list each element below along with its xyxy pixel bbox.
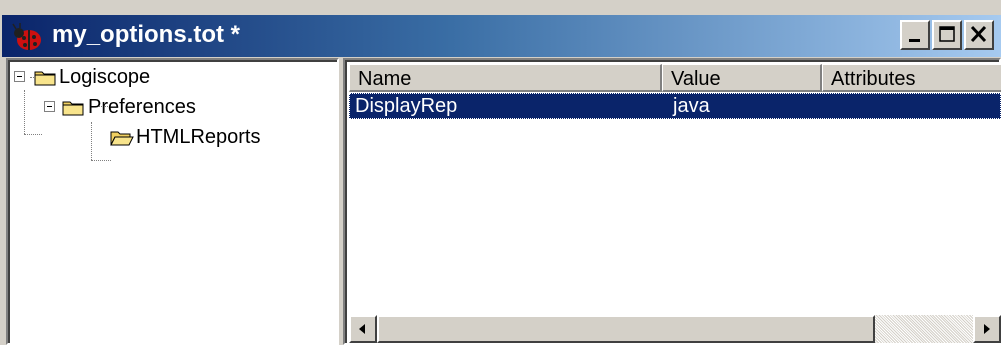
tree-node-label: Preferences [88,96,196,118]
collapse-toggle[interactable] [44,101,55,112]
column-header-attributes[interactable]: Attributes [822,64,1001,92]
scrollbar-thumb[interactable] [377,315,875,343]
tree-pane[interactable]: Logiscope Preferences HTMLReports [6,58,339,345]
tree-connector [91,160,111,161]
folder-icon [34,71,56,86]
tree-node-htmlreports[interactable]: HTMLReports [10,122,330,152]
ladybug-app-icon [12,23,41,50]
tree-node-logiscope[interactable]: Logiscope [10,62,330,92]
cell-value: java [673,95,710,117]
close-icon [970,25,987,43]
arrow-right-icon [984,324,990,334]
column-header-value[interactable]: Value [662,64,822,92]
scroll-right-button[interactable] [973,315,1001,343]
column-header-name[interactable]: Name [349,64,662,92]
scroll-left-button[interactable] [349,315,377,343]
list-view[interactable]: Name Value Attributes DisplayRep java [345,60,1001,343]
minimize-button[interactable] [900,20,930,50]
folder-open-icon [110,131,134,146]
title-bar[interactable]: my_options.tot * [2,15,1001,57]
list-row-selected[interactable]: DisplayRep java [349,93,1001,119]
list-pane[interactable]: Name Value Attributes DisplayRep java [343,58,1001,345]
tree-node-label: Logiscope [59,66,151,88]
cell-name: DisplayRep [355,95,458,117]
minimize-icon [909,39,920,42]
options-window: my_options.tot * Logiscope Preferences H… [0,0,1001,345]
window-title: my_options.tot * [52,21,241,48]
arrow-left-icon [359,324,365,334]
maximize-icon [939,26,955,42]
horizontal-scrollbar[interactable] [349,315,1001,343]
tree-view[interactable]: Logiscope Preferences HTMLReports [8,60,337,343]
close-button[interactable] [964,20,994,50]
folder-icon [62,101,84,116]
tree-node-preferences[interactable]: Preferences [10,92,330,122]
maximize-button[interactable] [932,20,962,50]
collapse-toggle[interactable] [14,71,25,82]
tree-node-label: HTMLReports [136,126,261,148]
list-header: Name Value Attributes [349,64,1001,92]
